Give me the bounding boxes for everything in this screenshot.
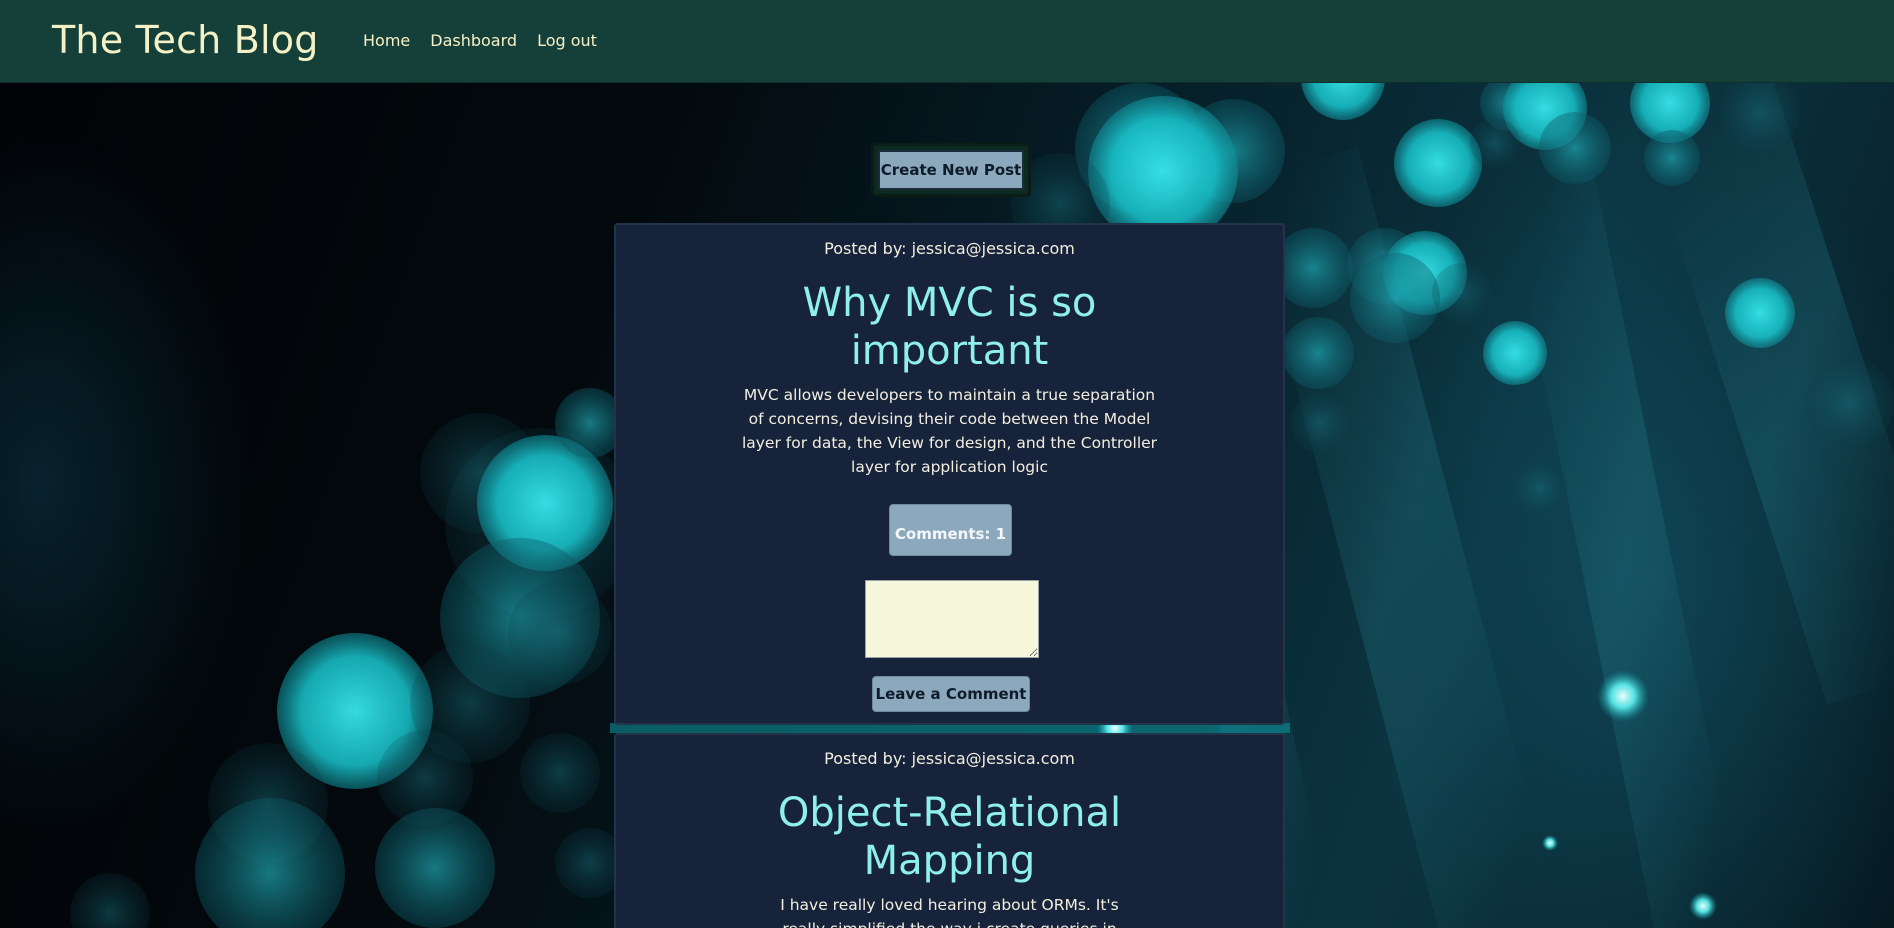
nav-link-logout[interactable]: Log out bbox=[537, 31, 597, 50]
post-title[interactable]: Why MVC is so important bbox=[770, 279, 1130, 375]
post-author: Posted by: jessica@jessica.com bbox=[824, 239, 1075, 258]
post-title[interactable]: Object-Relational Mapping bbox=[770, 789, 1130, 885]
create-new-post-button[interactable]: Create New Post bbox=[878, 150, 1024, 190]
nav-links: Home Dashboard Log out bbox=[363, 31, 597, 50]
post-body: I have really loved hearing about ORMs. … bbox=[780, 896, 1119, 928]
comment-textarea[interactable] bbox=[865, 580, 1039, 658]
post-card: Posted by: jessica@jessica.com Object-Re… bbox=[614, 733, 1285, 928]
nav-link-home[interactable]: Home bbox=[363, 31, 410, 50]
post-body: MVC allows developers to maintain a true… bbox=[741, 386, 1158, 476]
navbar: The Tech Blog Home Dashboard Log out bbox=[0, 0, 1894, 83]
nav-link-dashboard[interactable]: Dashboard bbox=[430, 31, 517, 50]
post-author: Posted by: jessica@jessica.com bbox=[824, 749, 1075, 768]
create-post-wrapper: Create New Post bbox=[871, 143, 1031, 197]
comments-count-button[interactable]: Comments: 1 bbox=[889, 504, 1012, 556]
site-brand[interactable]: The Tech Blog bbox=[52, 18, 319, 62]
post-card: Posted by: jessica@jessica.com Why MVC i… bbox=[614, 223, 1285, 725]
leave-comment-button[interactable]: Leave a Comment bbox=[872, 676, 1030, 712]
